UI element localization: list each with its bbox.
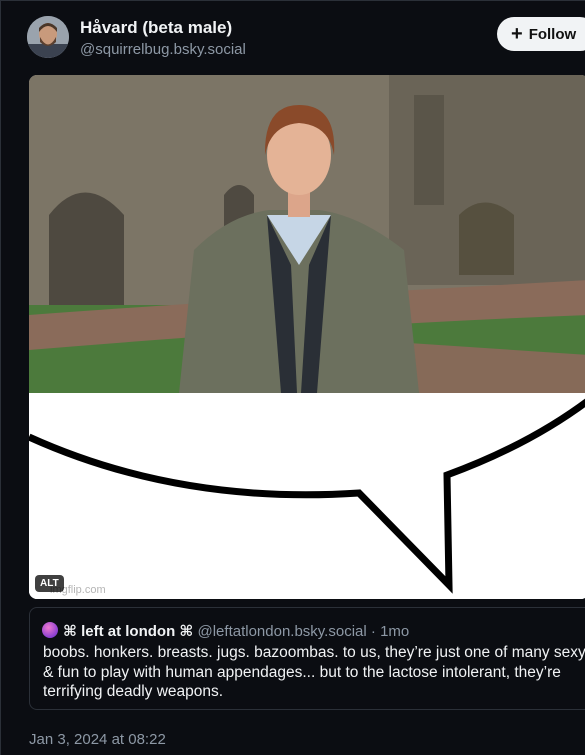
author-avatar[interactable] [27,16,69,58]
author-handle[interactable]: @squirrelbug.bsky.social [80,41,246,58]
alt-text-button[interactable]: ALT [35,575,64,592]
avatar-icon[interactable] [42,622,58,638]
post-image[interactable] [29,75,585,599]
post-timestamp[interactable]: Jan 3, 2024 at 08:22 [29,731,166,748]
quoted-separator: · [366,623,381,640]
quoted-author-name[interactable]: ⌘ left at london ⌘ [63,623,193,640]
follow-label: Follow [528,26,577,43]
quoted-post-text: boobs. honkers. breasts. jugs. bazoombas… [43,644,585,700]
quoted-post[interactable]: ⌘ left at london ⌘ @leftatlondon.bsky.so… [29,607,585,710]
follow-button[interactable]: + Follow [497,17,585,51]
quoted-author-handle[interactable]: @leftatlondon.bsky.social [198,623,367,640]
plus-icon: + [511,23,523,45]
author-display-name[interactable]: Håvard (beta male) [80,18,232,38]
quoted-post-header: ⌘ left at london ⌘ @leftatlondon.bsky.so… [63,622,409,640]
quoted-post-age: 1mo [380,623,410,640]
